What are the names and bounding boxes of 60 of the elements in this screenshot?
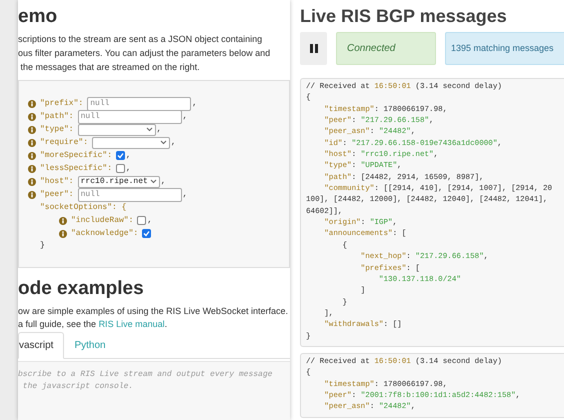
info-icon <box>28 164 36 172</box>
chevron-down-icon <box>146 127 153 132</box>
info-icon <box>28 100 36 108</box>
info-icon <box>59 216 67 224</box>
parameter-key: "includeRaw": <box>71 214 134 226</box>
parameter-key: "socketOptions": { <box>40 202 126 214</box>
parameter-key: "peer": <box>40 188 74 200</box>
select-field[interactable] <box>92 136 170 148</box>
comma: , <box>192 98 198 110</box>
select-field[interactable]: rrc10.ripe.net <box>78 176 160 188</box>
closing-brace: } <box>40 240 45 252</box>
period-text: . <box>164 318 168 331</box>
section-heading: ode examples <box>18 278 145 300</box>
checkbox[interactable] <box>116 164 126 173</box>
select-field[interactable] <box>78 124 156 136</box>
parameter-key: "path": <box>40 110 74 122</box>
pause-icon <box>310 44 318 53</box>
section-heading: Live RIS BGP messages <box>300 5 508 27</box>
intro-text-line: ous filter parameters. You can adjust the parameters below and <box>18 47 272 60</box>
checkbox[interactable] <box>142 229 152 238</box>
code-comment: the javascript console. <box>22 381 134 393</box>
chevron-down-icon <box>160 140 168 145</box>
parameter-key: "host": <box>40 176 74 188</box>
info-icon <box>28 178 36 186</box>
message-count: 1395 matching messages <box>445 32 564 65</box>
prefix-input[interactable]: null <box>87 96 192 110</box>
pause-button[interactable] <box>300 32 327 65</box>
comma: , <box>126 150 131 162</box>
chevron-down-icon <box>150 179 157 184</box>
text-input[interactable]: null <box>78 110 182 124</box>
parameter-key: "prefix": <box>40 98 84 110</box>
comma: , <box>160 176 166 188</box>
checkbox[interactable] <box>116 151 126 160</box>
code-comment: bscribe to a RIS Live stream and output every message <box>18 369 274 381</box>
intro-text-line: scriptions to the stream are sent as a JSON object containing <box>18 33 264 46</box>
info-icon <box>28 190 36 198</box>
comma: , <box>147 214 152 226</box>
parameter-key: "lessSpecific": <box>40 162 112 174</box>
comma: , <box>171 136 176 148</box>
info-icon <box>28 126 36 134</box>
info-icon <box>28 152 36 160</box>
info-icon <box>28 138 36 146</box>
info-icon <box>59 230 67 238</box>
parameter-key: "acknowledge": <box>71 228 138 240</box>
info-icon <box>28 112 36 120</box>
language-tab[interactable]: vascript <box>18 332 64 359</box>
parameter-key: "type": <box>40 124 74 136</box>
description-text: ow are simple examples of using the RIS Live WebSocket interface. <box>18 305 289 318</box>
parameter-key: "moreSpecific": <box>40 150 112 162</box>
connection-status: Connected <box>336 32 436 65</box>
comma: , <box>126 162 131 174</box>
comma: , <box>182 110 188 122</box>
checkbox[interactable] <box>137 216 146 225</box>
description-text: a full guide, see the <box>18 318 98 331</box>
parameter-key: "require": <box>40 136 88 148</box>
comma: , <box>182 188 188 200</box>
intro-text-line: the messages that are streamed on the right. <box>20 61 201 74</box>
text-input[interactable]: null <box>78 188 182 202</box>
comma: , <box>156 124 162 136</box>
section-heading: emo <box>18 6 58 28</box>
